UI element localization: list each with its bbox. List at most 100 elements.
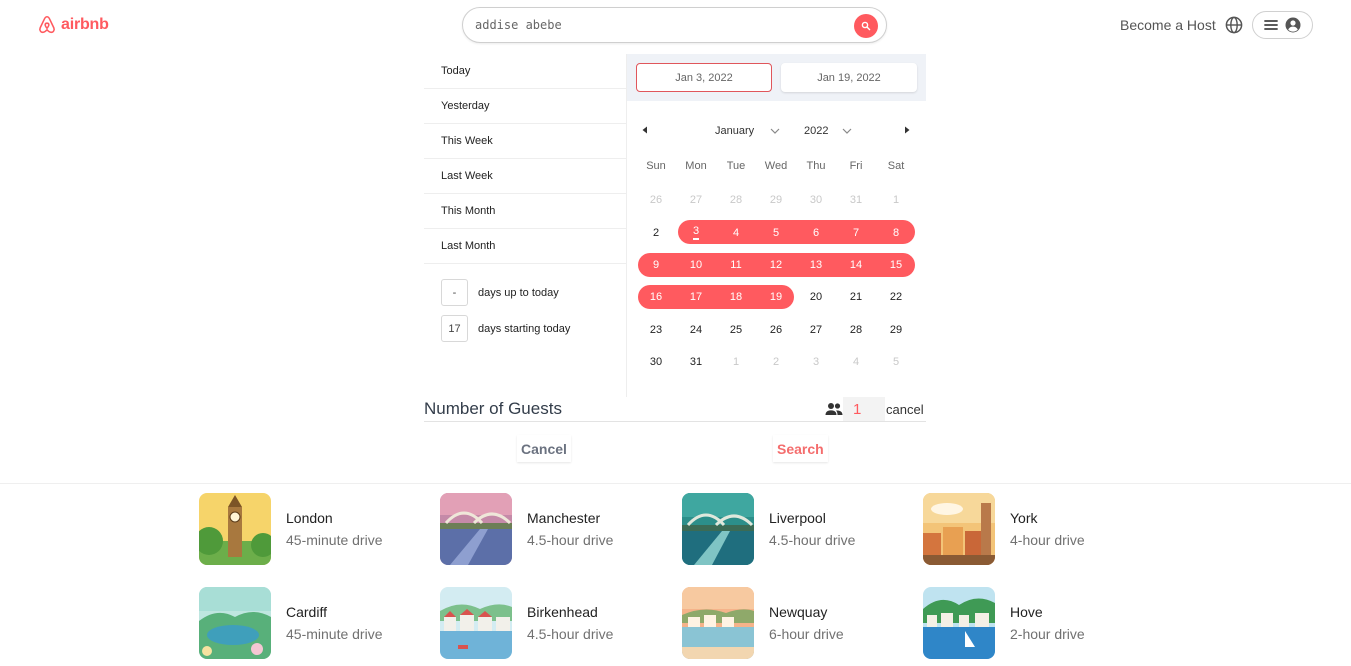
- calendar-day[interactable]: 23: [636, 318, 676, 342]
- guests-count-input[interactable]: 1: [843, 397, 885, 421]
- search-button[interactable]: [854, 14, 878, 38]
- destination-drive-time: 4.5-hour drive: [527, 532, 614, 548]
- month-select[interactable]: January: [715, 125, 780, 137]
- weekday-header: Sun Mon Tue Wed Thu Fri Sat: [636, 160, 916, 172]
- year-select[interactable]: 2022: [804, 125, 852, 137]
- search-icon: [861, 21, 871, 31]
- prev-month-arrow-icon[interactable]: [641, 126, 649, 134]
- input-range-up-to-today: - days up to today: [441, 279, 559, 306]
- range-last-month[interactable]: Last Month: [424, 229, 627, 264]
- calendar-day[interactable]: 30: [636, 350, 676, 374]
- cancel-button[interactable]: Cancel: [517, 435, 571, 462]
- calendar-day-in-range[interactable]: 4: [716, 221, 756, 245]
- calendar-day[interactable]: 27: [676, 188, 716, 212]
- calendar-day-in-range[interactable]: 10: [676, 253, 716, 277]
- calendar-day[interactable]: 22: [876, 285, 916, 309]
- search-input[interactable]: [475, 18, 835, 32]
- destination-drive-time: 4.5-hour drive: [769, 532, 856, 548]
- calendar-day-in-range[interactable]: 17: [676, 285, 716, 309]
- weekday-label: Tue: [726, 160, 746, 172]
- destination-card[interactable]: Manchester 4.5-hour drive: [440, 493, 613, 565]
- destination-card[interactable]: Cardiff 45-minute drive: [199, 587, 383, 659]
- destination-card[interactable]: Birkenhead 4.5-hour drive: [440, 587, 613, 659]
- calendar-day[interactable]: 5: [876, 350, 916, 374]
- calendar-day-in-range[interactable]: 8: [876, 221, 916, 245]
- calendar-day[interactable]: 25: [716, 318, 756, 342]
- become-host-link[interactable]: Become a Host: [1120, 17, 1216, 33]
- calendar-day-in-range[interactable]: 11: [716, 253, 756, 277]
- calendar-day[interactable]: 26: [636, 188, 676, 212]
- calendar-day[interactable]: 31: [676, 350, 716, 374]
- calendar-day[interactable]: 2: [636, 221, 676, 245]
- calendar-day[interactable]: 1: [876, 188, 916, 212]
- calendar-day[interactable]: 31: [836, 188, 876, 212]
- calendar-day[interactable]: 29: [876, 318, 916, 342]
- calendar-day-in-range[interactable]: 13: [796, 253, 836, 277]
- airbnb-logo-icon: [39, 15, 55, 34]
- destination-city: Birkenhead: [527, 604, 598, 620]
- section-divider: [0, 483, 1351, 484]
- calendar-day[interactable]: 1: [716, 350, 756, 374]
- calendar-day-end[interactable]: 19: [756, 285, 796, 309]
- calendar-day[interactable]: 3: [796, 350, 836, 374]
- destination-card[interactable]: Newquay 6-hour drive: [682, 587, 844, 659]
- calendar-day[interactable]: 4: [836, 350, 876, 374]
- calendar-day[interactable]: 28: [836, 318, 876, 342]
- destination-card[interactable]: London 45-minute drive: [199, 493, 383, 565]
- guests-cancel-link[interactable]: cancel: [886, 402, 924, 417]
- destination-card[interactable]: York 4-hour drive: [923, 493, 1085, 565]
- date-display: Jan 3, 2022 Jan 19, 2022: [627, 54, 926, 101]
- days-up-to-today-label: days up to today: [478, 286, 559, 299]
- days-starting-today-input[interactable]: 17: [441, 315, 468, 342]
- search-bar[interactable]: [462, 7, 887, 43]
- calendar-day[interactable]: 26: [756, 318, 796, 342]
- globe-icon[interactable]: [1225, 16, 1243, 34]
- range-yesterday[interactable]: Yesterday: [424, 89, 627, 124]
- chevron-down-icon: [843, 128, 852, 134]
- days-starting-today-label: days starting today: [478, 322, 571, 335]
- manchester-thumbnail: [440, 493, 512, 565]
- calendar-day-in-range[interactable]: 12: [756, 253, 796, 277]
- end-date-display[interactable]: Jan 19, 2022: [781, 63, 917, 92]
- hove-thumbnail: [923, 587, 995, 659]
- calendar-day-start[interactable]: 3: [676, 221, 716, 245]
- calendar-day[interactable]: 30: [796, 188, 836, 212]
- calendar-day-in-range[interactable]: 5: [756, 221, 796, 245]
- calendar-day-in-range[interactable]: 15: [876, 253, 916, 277]
- calendar-day[interactable]: 27: [796, 318, 836, 342]
- airbnb-logo[interactable]: airbnb: [36, 14, 109, 36]
- calendar-day-in-range[interactable]: 7: [836, 221, 876, 245]
- month-value: January: [715, 125, 755, 137]
- liverpool-thumbnail: [682, 493, 754, 565]
- calendar-day-in-range[interactable]: 9: [636, 253, 676, 277]
- search-submit-button[interactable]: Search: [773, 435, 828, 462]
- destination-card[interactable]: Hove 2-hour drive: [923, 587, 1085, 659]
- york-thumbnail: [923, 493, 995, 565]
- range-today[interactable]: Today: [424, 54, 627, 89]
- destination-city: London: [286, 510, 333, 526]
- days-up-to-today-input[interactable]: -: [441, 279, 468, 306]
- guests-label: Number of Guests: [424, 399, 562, 418]
- calendar-day-in-range[interactable]: 6: [796, 221, 836, 245]
- range-this-week[interactable]: This Week: [424, 124, 627, 159]
- calendar-day[interactable]: 28: [716, 188, 756, 212]
- calendar-day-in-range[interactable]: 14: [836, 253, 876, 277]
- calendar-day[interactable]: 2: [756, 350, 796, 374]
- calendar-day[interactable]: 24: [676, 318, 716, 342]
- calendar-day[interactable]: 20: [796, 285, 836, 309]
- destination-drive-time: 2-hour drive: [1010, 626, 1085, 642]
- logo-text: airbnb: [61, 16, 109, 33]
- account-icon: [1285, 17, 1301, 33]
- calendar-day-in-range[interactable]: 18: [716, 285, 756, 309]
- start-date-display[interactable]: Jan 3, 2022: [636, 63, 772, 92]
- calendar-day-in-range[interactable]: 16: [636, 285, 676, 309]
- destination-city: Manchester: [527, 510, 601, 526]
- range-this-month[interactable]: This Month: [424, 194, 627, 229]
- calendar-day[interactable]: 29: [756, 188, 796, 212]
- destination-card[interactable]: Liverpool 4.5-hour drive: [682, 493, 855, 565]
- user-menu-button[interactable]: [1252, 11, 1313, 39]
- range-last-week[interactable]: Last Week: [424, 159, 627, 194]
- calendar-day[interactable]: 21: [836, 285, 876, 309]
- calendar-week: 16 17 18 19 20 21 22: [636, 281, 916, 313]
- next-month-arrow-icon[interactable]: [903, 126, 911, 134]
